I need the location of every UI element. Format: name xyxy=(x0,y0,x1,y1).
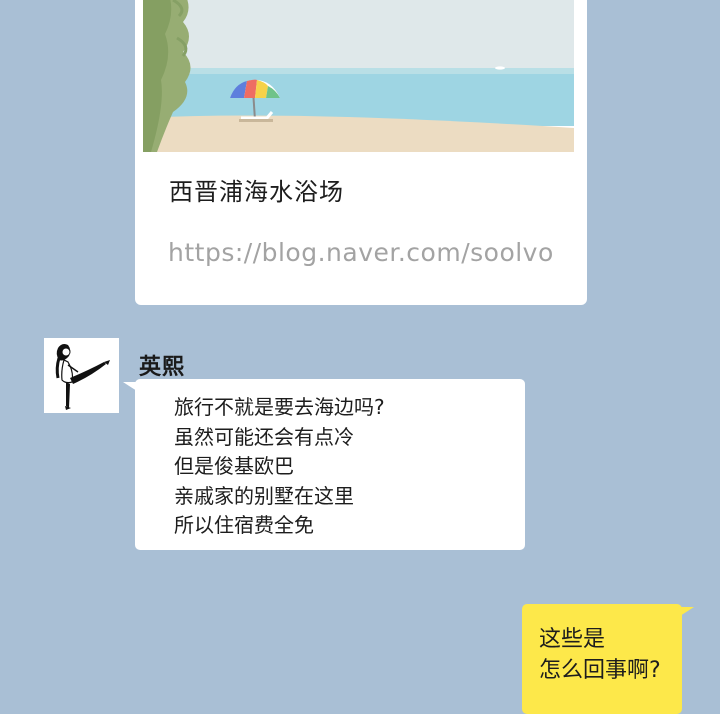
message-line: 所以住宿费全免 xyxy=(174,513,314,537)
outgoing-message-text: 这些是 怎么回事啊? xyxy=(539,624,661,686)
message-line: 怎么回事啊? xyxy=(539,658,661,683)
link-preview-card[interactable]: 西晋浦海水浴场 https://blog.naver.com/soolvo xyxy=(135,0,587,305)
sender-name: 英熙 xyxy=(139,355,186,380)
incoming-message-text: 旅行不就是要去海边吗? 虽然可能还会有点冷 但是俊基欧巴 亲戚家的别墅在这里 所… xyxy=(174,393,385,541)
message-line: 这些是 xyxy=(539,627,606,652)
message-line: 亲戚家的别墅在这里 xyxy=(174,483,354,508)
message-line: 虽然可能还会有点冷 xyxy=(174,424,354,449)
avatar[interactable] xyxy=(44,338,119,413)
message-line: 旅行不就是要去海边吗? xyxy=(174,395,385,419)
link-title: 西晋浦海水浴场 xyxy=(169,178,344,206)
outgoing-message-bubble[interactable]: 这些是 怎么回事啊? xyxy=(522,604,694,714)
message-line: 但是俊基欧巴 xyxy=(174,454,294,478)
link-url[interactable]: https://blog.naver.com/soolvo xyxy=(168,238,554,267)
beach-thumbnail-image xyxy=(143,0,574,152)
incoming-message-bubble[interactable]: 旅行不就是要去海边吗? 虽然可能还会有点冷 但是俊基欧巴 亲戚家的别墅在这里 所… xyxy=(123,379,525,550)
